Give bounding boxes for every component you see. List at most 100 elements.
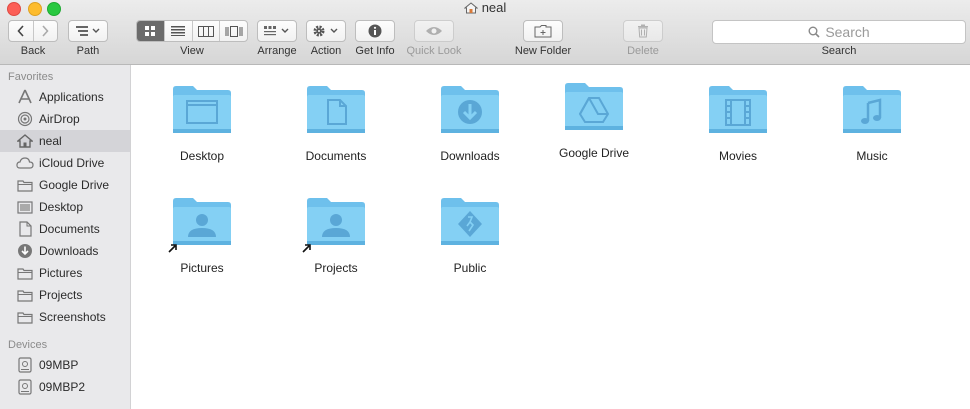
get-info-button[interactable] bbox=[355, 20, 395, 42]
window-title-text: neal bbox=[481, 0, 507, 15]
back-label: Back bbox=[20, 45, 46, 57]
column-view-button[interactable] bbox=[193, 21, 221, 41]
sidebar-item-label: 09MBP bbox=[39, 358, 79, 372]
path-label: Path bbox=[76, 45, 100, 57]
sidebar-item-applications[interactable]: Applications bbox=[0, 86, 130, 108]
search-input[interactable]: Search bbox=[712, 20, 966, 44]
folder-item-label: Pictures bbox=[180, 261, 224, 275]
sidebar-item-label: Documents bbox=[39, 222, 100, 236]
sidebar-item-neal[interactable]: neal bbox=[0, 130, 130, 152]
eye-icon bbox=[426, 27, 442, 35]
folder-item-label: Desktop bbox=[179, 149, 225, 163]
file-browser: Desktop Documents Downloads Google Drive bbox=[132, 65, 970, 409]
back-button[interactable] bbox=[9, 21, 34, 41]
google-drive-folder-icon bbox=[563, 80, 625, 132]
sidebar-item-label: AirDrop bbox=[39, 112, 80, 126]
folder-item-public[interactable]: Public bbox=[415, 195, 525, 275]
folder-item-label: Downloads bbox=[440, 149, 500, 163]
sidebar-item-google-drive[interactable]: Google Drive bbox=[0, 174, 130, 196]
arrange-button[interactable] bbox=[257, 20, 297, 42]
action-button[interactable] bbox=[306, 20, 346, 42]
folder-icon bbox=[16, 177, 34, 193]
sidebar-item-icloud-drive[interactable]: iCloud Drive bbox=[0, 152, 130, 174]
movies-folder-icon bbox=[707, 83, 769, 135]
sidebar-item-09mbp[interactable]: 09MBP bbox=[0, 354, 130, 376]
public-folder-icon bbox=[439, 195, 501, 247]
projects-folder-icon bbox=[302, 195, 367, 253]
folder-item-documents[interactable]: Documents bbox=[281, 83, 391, 163]
delete-button[interactable] bbox=[623, 20, 663, 42]
folder-icon bbox=[16, 287, 34, 303]
sidebar-item-downloads[interactable]: Downloads bbox=[0, 240, 130, 262]
folder-item-label: Public bbox=[453, 261, 487, 275]
desktop-folder-icon bbox=[171, 83, 233, 135]
window-title: neal bbox=[0, 0, 970, 17]
folder-item-music[interactable]: Music bbox=[817, 83, 927, 163]
sidebar-item-label: Screenshots bbox=[39, 310, 106, 324]
cover-flow-button[interactable] bbox=[220, 21, 247, 41]
grid-icon bbox=[145, 26, 156, 36]
search-icon bbox=[808, 26, 820, 38]
alias-arrow-icon bbox=[168, 244, 177, 253]
list-view-button[interactable] bbox=[165, 21, 193, 41]
music-folder-icon bbox=[841, 83, 903, 135]
sidebar-item-label: Desktop bbox=[39, 200, 84, 214]
folder-item-label: Documents bbox=[305, 149, 367, 163]
sidebar-item-projects[interactable]: Projects bbox=[0, 284, 130, 306]
search-label: Search bbox=[821, 45, 857, 57]
sidebar-item-documents[interactable]: Documents bbox=[0, 218, 130, 240]
document-icon bbox=[16, 221, 34, 237]
finder-window: neal Back Path View Arrange Action Get I… bbox=[0, 0, 970, 409]
sidebar-item-label: Google Drive bbox=[39, 178, 110, 192]
sidebar: Favorites Applications AirDrop neal iClo… bbox=[0, 65, 131, 409]
pictures-folder-icon bbox=[168, 195, 233, 253]
sidebar-item-desktop[interactable]: Desktop bbox=[0, 196, 130, 218]
sidebar-item-label: 09MBP2 bbox=[39, 380, 86, 394]
documents-folder-icon bbox=[305, 83, 367, 135]
new-folder-button[interactable] bbox=[523, 20, 563, 42]
arrange-label: Arrange bbox=[257, 45, 297, 57]
pictures-icon bbox=[16, 265, 34, 281]
devices-heading: Devices bbox=[8, 339, 48, 351]
hard-drive-icon bbox=[16, 357, 34, 373]
columns-icon bbox=[197, 25, 214, 37]
sidebar-item-label: Applications bbox=[39, 90, 104, 104]
home-icon bbox=[463, 2, 479, 17]
sidebar-item-label: iCloud Drive bbox=[39, 156, 105, 170]
info-icon bbox=[368, 24, 382, 38]
folder-item-pictures[interactable]: Pictures bbox=[147, 195, 257, 275]
folder-item-label: Projects bbox=[314, 261, 358, 275]
icon-view-button[interactable] bbox=[137, 21, 165, 41]
hard-drive-icon bbox=[16, 379, 34, 395]
chevron-right-icon bbox=[42, 25, 49, 37]
gear-icon bbox=[313, 25, 338, 37]
sidebar-item-09mbp2[interactable]: 09MBP2 bbox=[0, 376, 130, 398]
forward-button[interactable] bbox=[34, 21, 58, 41]
alias-arrow-icon bbox=[302, 244, 311, 253]
arrange-icon bbox=[264, 26, 289, 36]
favorites-heading: Favorites bbox=[8, 71, 54, 83]
quick-look-label: Quick Look bbox=[406, 45, 462, 57]
downloads-folder-icon bbox=[439, 83, 501, 135]
sidebar-item-label: Pictures bbox=[39, 266, 83, 280]
folder-item-movies[interactable]: Movies bbox=[683, 83, 793, 163]
path-button[interactable] bbox=[68, 20, 108, 42]
folder-item-projects[interactable]: Projects bbox=[281, 195, 391, 275]
folder-item-google-drive[interactable]: Google Drive bbox=[539, 80, 649, 160]
cloud-icon bbox=[16, 155, 34, 171]
quick-look-button[interactable] bbox=[414, 20, 454, 42]
sidebar-item-airdrop[interactable]: AirDrop bbox=[0, 108, 130, 130]
folder-item-downloads[interactable]: Downloads bbox=[415, 83, 525, 163]
folder-item-desktop[interactable]: Desktop bbox=[147, 83, 257, 163]
desktop-icon bbox=[16, 199, 34, 215]
folder-item-label: Movies bbox=[718, 149, 757, 163]
sidebar-item-screenshots[interactable]: Screenshots bbox=[0, 306, 130, 328]
view-control bbox=[136, 20, 248, 42]
folder-item-label: Music bbox=[856, 149, 888, 163]
chevron-left-icon bbox=[17, 25, 24, 37]
back-forward-control bbox=[8, 20, 58, 42]
new-folder-icon bbox=[534, 25, 552, 38]
sidebar-item-pictures[interactable]: Pictures bbox=[0, 262, 130, 284]
list-icon bbox=[171, 26, 186, 36]
folder-item-label: Google Drive bbox=[558, 146, 630, 160]
